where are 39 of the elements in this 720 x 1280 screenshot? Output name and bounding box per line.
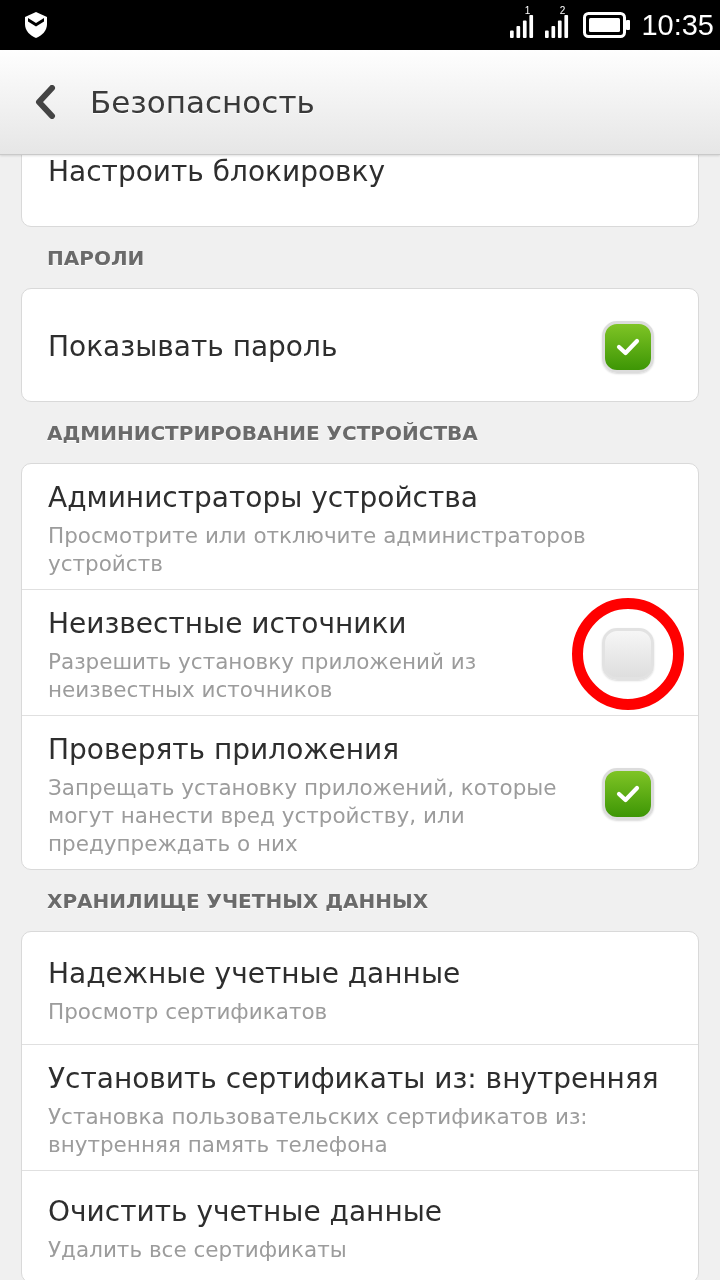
item-title: Показывать пароль: [48, 328, 338, 365]
item-title: Настроить блокировку: [48, 155, 386, 190]
settings-item[interactable]: Надежные учетные данные Просмотр сертификатов: [22, 932, 698, 1044]
section-heading: ПАРОЛИ: [47, 245, 145, 270]
item-title: Очистить учетные данные: [48, 1194, 443, 1230]
section-heading: ХРАНИЛИЩЕ УЧЕТНЫХ ДАННЫХ: [47, 888, 429, 913]
screen-title: Безопасность: [90, 84, 315, 120]
checkmark-icon: [616, 337, 640, 356]
item-title: Надежные учетные данные: [48, 955, 461, 992]
item-summary: Разрешить установку приложений из неизвестных источников: [48, 648, 478, 704]
settings-item[interactable]: Установить сертификаты из: внутренняя Установка пользовательских сертификатов из: внутренняя память телефона: [22, 1044, 698, 1170]
settings-item[interactable]: Неизвестные источники Разрешить установку приложений из неизвестных источников: [22, 589, 698, 715]
signal-icon: [509, 14, 536, 38]
settings-item[interactable]: Очистить учетные данные Удалить все сертификаты: [22, 1170, 698, 1280]
item-summary: Удалить все сертификаты: [48, 1236, 347, 1264]
settings-item[interactable]: Показывать пароль: [22, 289, 698, 401]
section-heading: АДМИНИСТРИРОВАНИЕ УСТРОЙСТВА: [47, 420, 478, 445]
item-summary: Установка пользовательских сертификатов из: внутренняя память телефона: [48, 1103, 589, 1159]
item-title: Неизвестные источники: [48, 606, 407, 642]
signal-icon: [544, 14, 571, 38]
checkmark-icon: [616, 785, 640, 803]
settings-item[interactable]: Проверять приложения Запрещать установку приложений, которые могут нанести вред устройству, или предупреждать о них: [22, 715, 698, 869]
item-summary: Просмотрите или отключите администраторов устройств: [48, 522, 587, 578]
item-title: Проверять приложения: [48, 732, 400, 768]
item-summary: Просмотр сертификатов: [48, 997, 328, 1026]
item-title: Администраторы устройства: [48, 480, 478, 516]
checkbox[interactable]: [602, 768, 654, 820]
checkbox[interactable]: [602, 628, 654, 680]
item-summary: Запрещать установку приложений, которые могут нанести вред устройству, или предупреждать о них: [48, 774, 558, 858]
battery-icon: [583, 12, 632, 38]
item-title: Установить сертификаты из: внутренняя: [48, 1061, 659, 1097]
back-chevron-icon: [34, 85, 56, 119]
clock-time: 10:35: [641, 8, 714, 42]
sim-number: 1: [524, 6, 531, 16]
checkbox[interactable]: [602, 320, 654, 373]
settings-item[interactable]: Администраторы устройства Просмотрите или отключите администраторов устройств: [22, 464, 698, 589]
sim-number: 2: [559, 6, 566, 16]
settings-item[interactable]: Настроить блокировку: [22, 155, 698, 226]
shield-icon: [25, 12, 47, 38]
